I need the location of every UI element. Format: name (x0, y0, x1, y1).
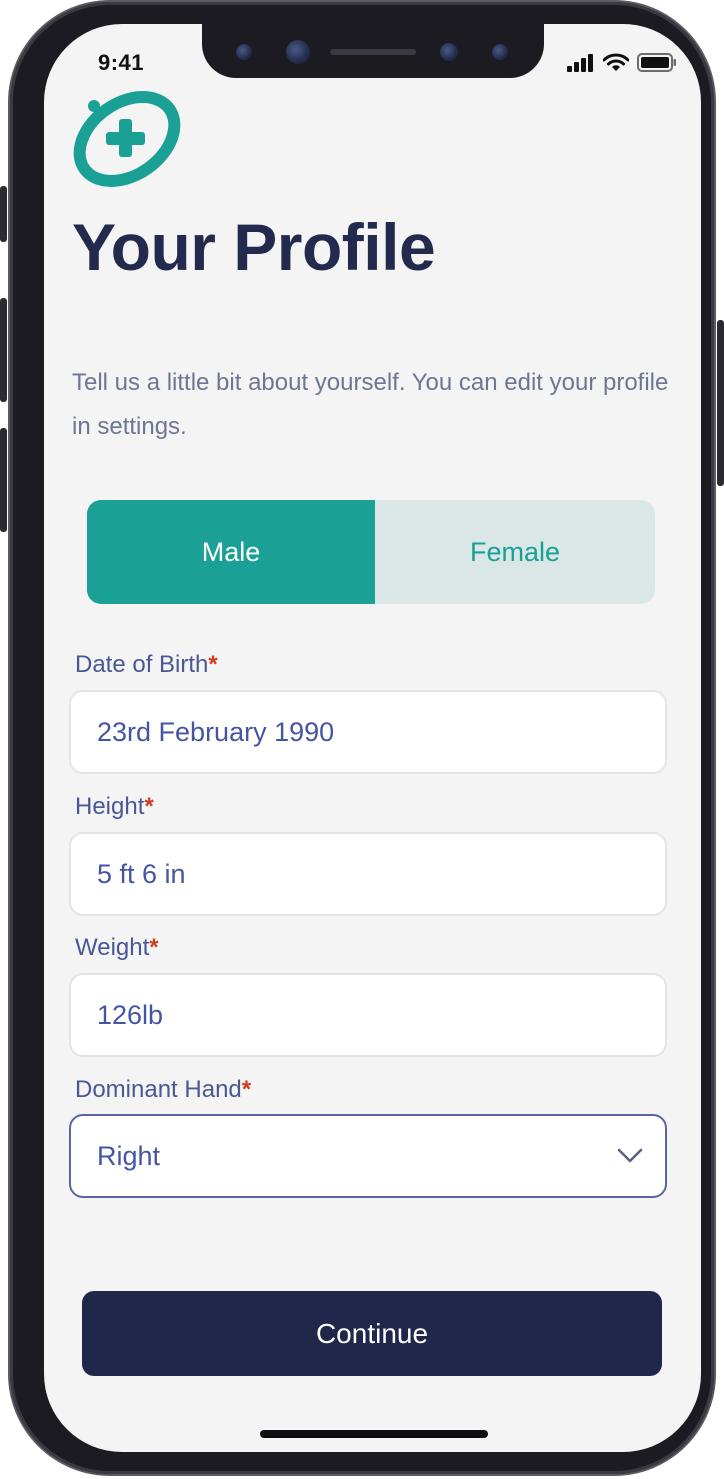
signal-icon (567, 53, 593, 72)
weight-label-text: Weight (75, 934, 150, 961)
required-mark: * (149, 934, 159, 961)
gender-toggle: Male Female (87, 500, 655, 604)
page-subtitle: Tell us a little bit about yourself. You… (72, 369, 669, 440)
volume-up-button (0, 298, 7, 402)
app-logo-icon (73, 91, 181, 187)
dob-field[interactable]: 23rd February 1990 (69, 690, 667, 774)
dominant-hand-select[interactable]: Right (69, 1114, 667, 1198)
battery-icon (637, 53, 676, 72)
weight-label: Weight* (75, 934, 159, 962)
dob-label-text: Date of Birth (75, 651, 209, 678)
continue-button[interactable]: Continue (82, 1291, 662, 1376)
dominant-hand-label: Dominant Hand* (75, 1076, 251, 1104)
phone-frame: 9:41 Your Profile Tell us a little bit a… (0, 2, 724, 1474)
height-label-text: Height (75, 793, 145, 820)
required-mark: * (208, 651, 218, 678)
mute-switch (0, 186, 7, 242)
earpiece-speaker (330, 49, 416, 55)
dominant-hand-label-text: Dominant Hand (75, 1076, 242, 1103)
sensor-dot (236, 44, 252, 60)
notch (202, 24, 544, 78)
gender-option-male[interactable]: Male (87, 500, 375, 604)
gender-option-female[interactable]: Female (375, 500, 655, 604)
dominant-hand-value: Right (97, 1140, 161, 1171)
required-mark: * (144, 793, 154, 820)
status-time: 9:41 (98, 50, 145, 75)
height-field[interactable]: 5 ft 6 in (69, 832, 667, 916)
weight-field[interactable]: 126lb (69, 973, 667, 1057)
app-screen: 9:41 Your Profile Tell us a little bit a… (44, 24, 701, 1452)
page-title: Your Profile (72, 210, 436, 284)
height-label: Height* (75, 793, 154, 821)
wifi-icon (603, 53, 629, 71)
volume-down-button (0, 428, 7, 532)
sensor-dot (492, 44, 508, 60)
required-mark: * (241, 1076, 252, 1103)
sensor-dot (440, 43, 458, 61)
status-icons (567, 53, 677, 72)
dob-label: Date of Birth* (75, 651, 218, 679)
chevron-down-icon (617, 1148, 643, 1163)
front-camera (286, 40, 310, 64)
home-indicator (260, 1430, 488, 1438)
power-button (717, 320, 724, 486)
